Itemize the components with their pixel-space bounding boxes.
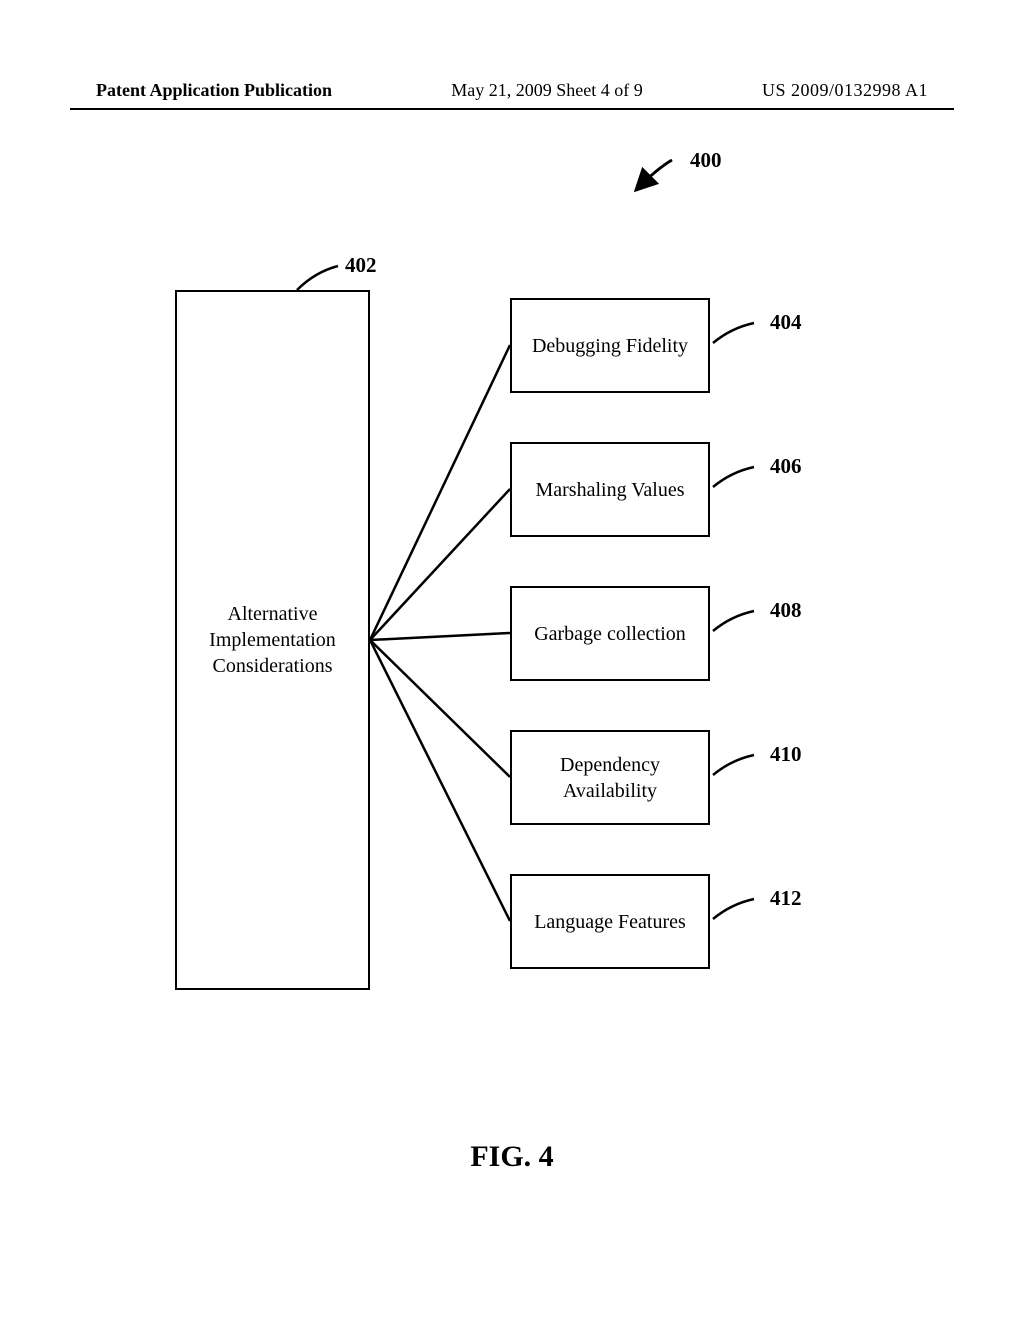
box-dependency-availability: Dependency Availability [510,730,710,825]
header-divider [70,108,954,110]
leader-412 [706,894,766,929]
figure-caption: FIG. 4 [0,1140,1024,1174]
leader-404 [706,318,766,353]
ref-404: 404 [770,310,802,335]
leader-410 [706,750,766,785]
ref-412: 412 [770,886,802,911]
ref-410: 410 [770,742,802,767]
pub-number: US 2009/0132998 A1 [762,80,928,101]
box-412-label: Language Features [534,909,686,935]
box-406-label: Marshaling Values [535,477,684,503]
page-header: Patent Application Publication May 21, 2… [0,80,1024,101]
box-language-features: Language Features [510,874,710,969]
ref-408: 408 [770,598,802,623]
date-and-sheet: May 21, 2009 Sheet 4 of 9 [451,80,642,101]
leader-408 [706,606,766,641]
box-garbage-collection: Garbage collection [510,586,710,681]
box-debugging-fidelity: Debugging Fidelity [510,298,710,393]
box-404-label: Debugging Fidelity [532,333,688,359]
pub-type: Patent Application Publication [96,80,332,101]
box-marshaling-values: Marshaling Values [510,442,710,537]
leader-406 [706,462,766,497]
ref-406: 406 [770,454,802,479]
box-410-label: Dependency Availability [560,752,660,804]
figure-diagram: 400 Alternative Implementation Considera… [0,160,1024,1080]
box-408-label: Garbage collection [534,621,686,647]
